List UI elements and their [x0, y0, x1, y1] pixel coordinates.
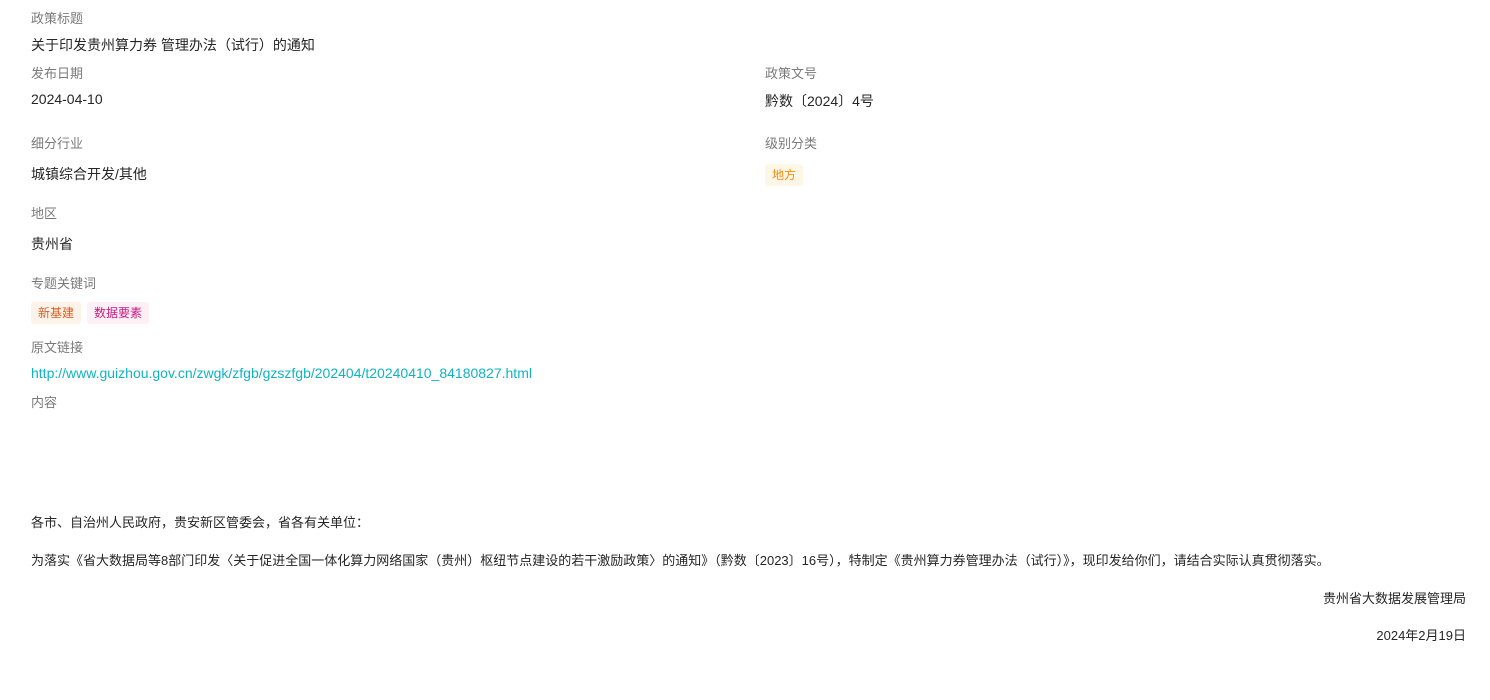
publish-date-value: 2024-04-10: [31, 91, 103, 107]
content-date: 2024年2月19日: [1376, 628, 1466, 643]
industry-label: 细分行业: [31, 136, 84, 151]
publish-date-label: 发布日期: [31, 66, 84, 81]
source-link[interactable]: http://www.guizhou.gov.cn/zwgk/zfgb/gzsz…: [31, 363, 532, 383]
region-label: 地区: [31, 206, 58, 221]
doc-number-label: 政策文号: [765, 66, 818, 81]
keywords-label: 专题关键词: [31, 276, 97, 291]
content-body: 为落实《省大数据局等8部门印发〈关于促进全国一体化算力网络国家（贵州）枢纽节点建…: [31, 553, 1330, 568]
keyword-tag: 新基建: [31, 302, 82, 324]
industry-value: 城镇综合开发/其他: [31, 166, 147, 182]
region-value: 贵州省: [31, 236, 73, 252]
policy-title-label: 政策标题: [31, 11, 84, 26]
keyword-tag: 数据要素: [87, 302, 150, 324]
content-label: 内容: [31, 395, 58, 410]
level-tag: 地方: [765, 164, 804, 186]
level-label: 级别分类: [765, 136, 818, 151]
content-issuer: 贵州省大数据发展管理局: [1322, 591, 1466, 606]
policy-title-value: 关于印发贵州算力券 管理办法（试行）的通知: [31, 37, 315, 53]
source-link-label: 原文链接: [31, 340, 84, 355]
doc-number-value: 黔数〔2024〕4号: [765, 93, 874, 109]
content-salutation: 各市、自治州人民政府，贵安新区管委会，省各有关单位：: [31, 515, 370, 530]
